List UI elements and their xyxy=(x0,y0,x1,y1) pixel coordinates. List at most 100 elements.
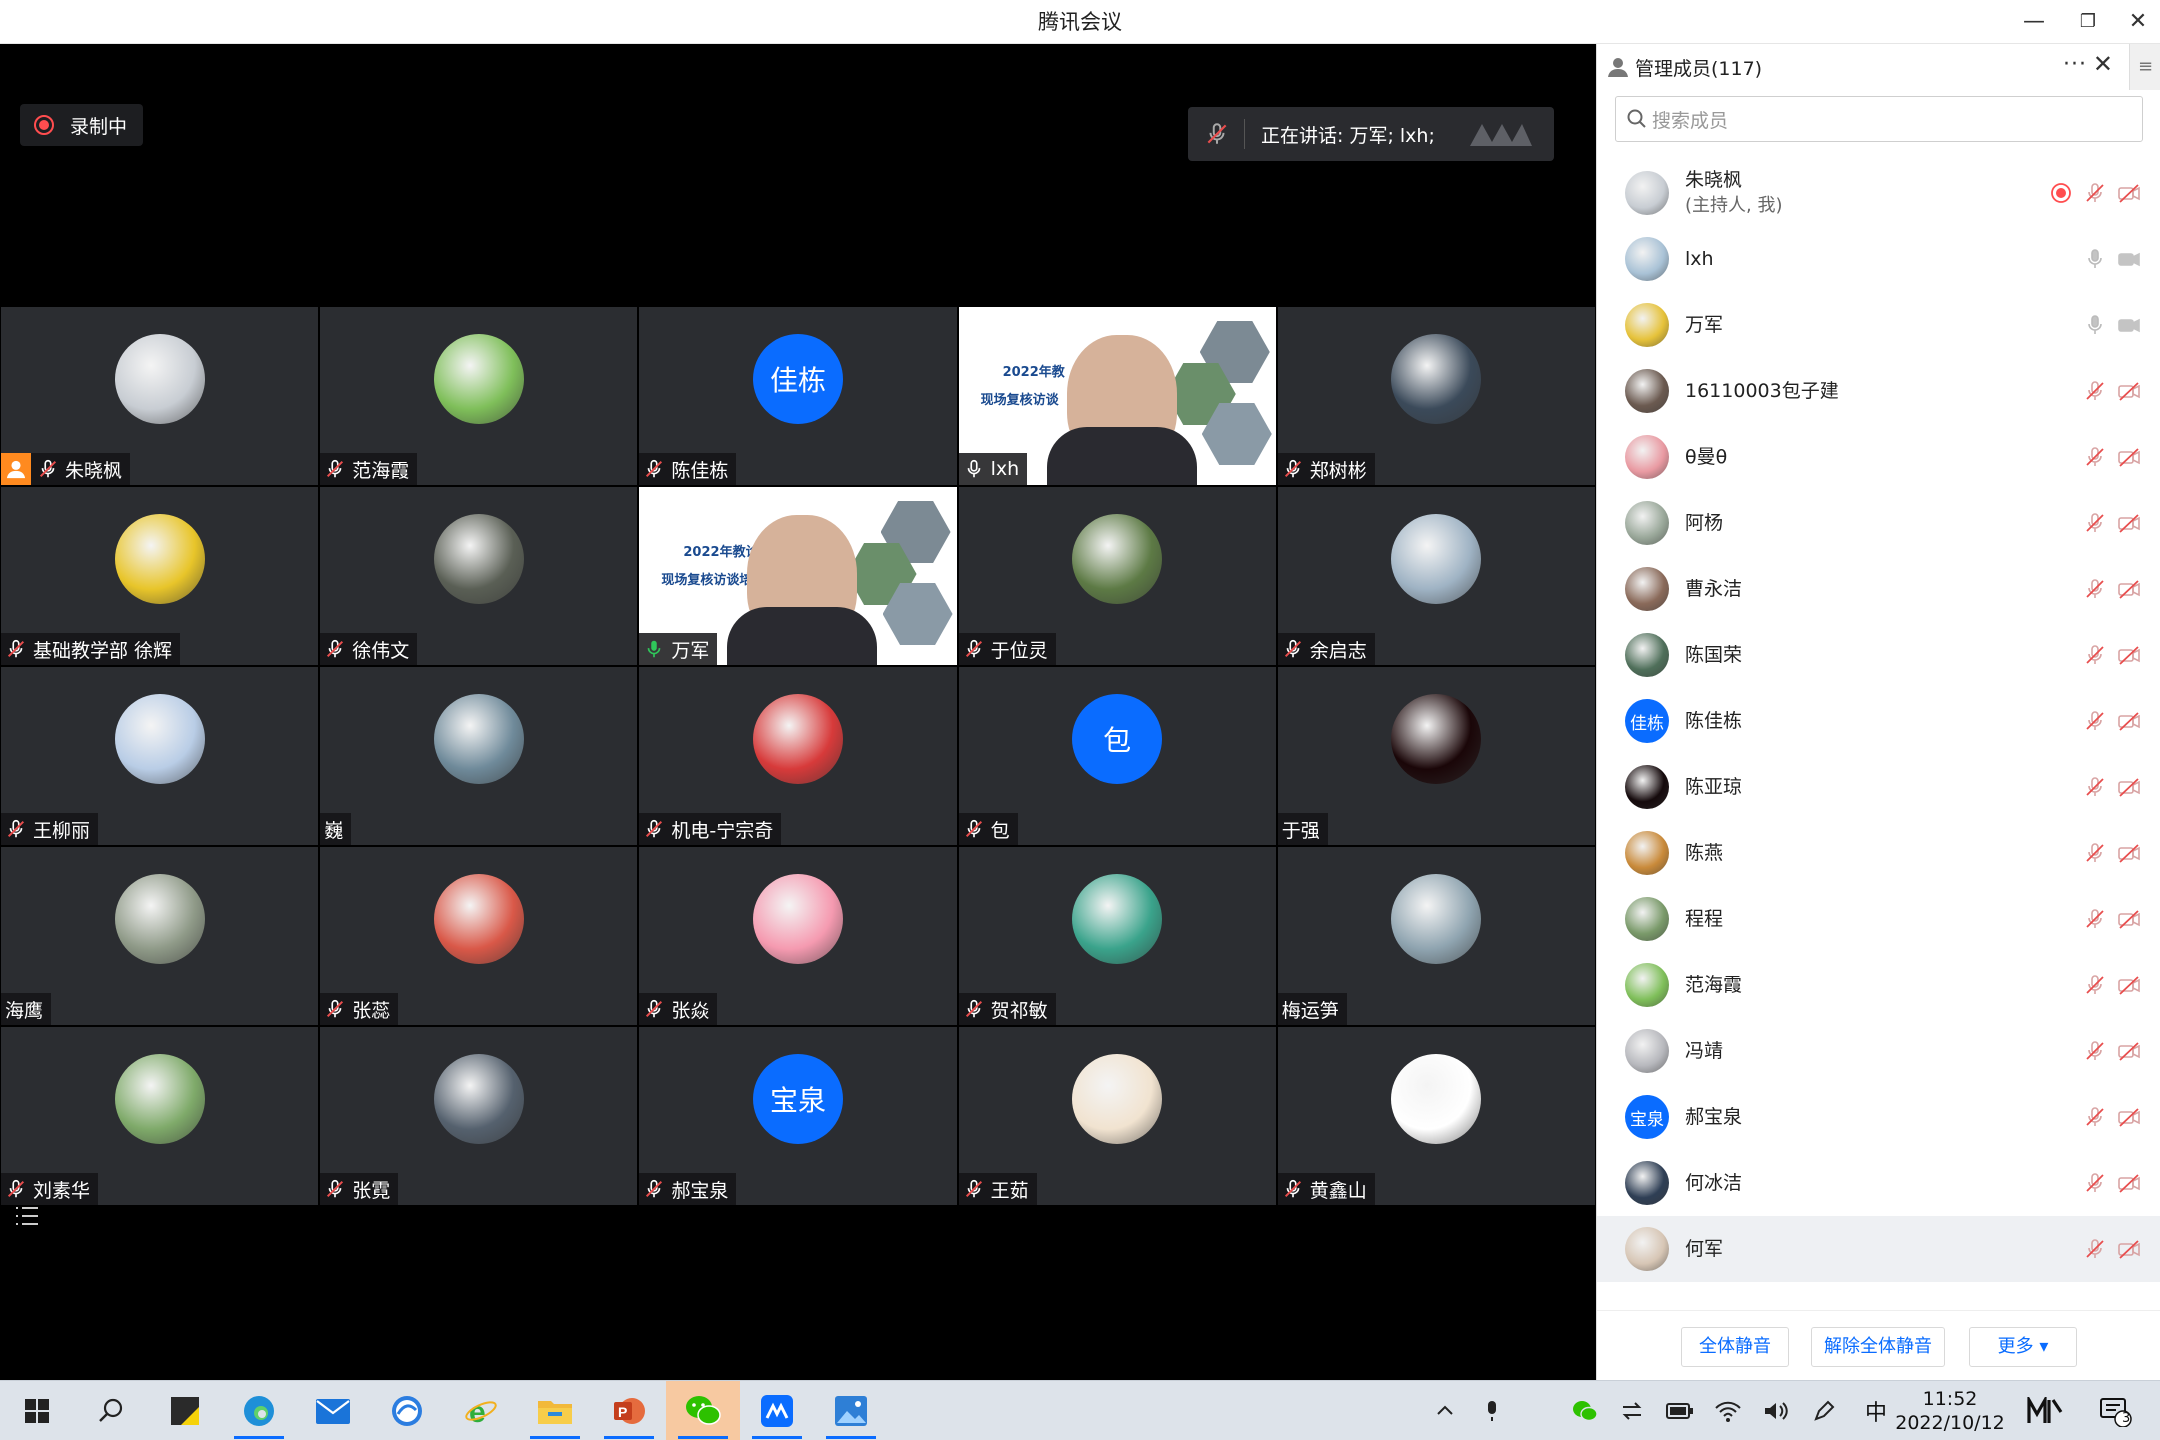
search-member-field[interactable]: 搜索成员 xyxy=(1615,96,2143,142)
video-tile[interactable]: 2022年教诊改工 现场复核访谈培训会 万军 xyxy=(639,487,957,665)
video-tile[interactable]: 郑树彬 xyxy=(1277,307,1595,485)
camera-off-icon[interactable] xyxy=(2117,445,2141,469)
video-tile[interactable]: 王茹 xyxy=(958,1027,1276,1205)
taskbar-search-button[interactable] xyxy=(74,1381,148,1440)
camera-off-icon[interactable] xyxy=(2117,643,2141,667)
mic-muted-icon[interactable] xyxy=(2083,841,2107,865)
network-transfer-button[interactable] xyxy=(1612,1381,1652,1440)
video-tile[interactable]: 宝泉 郝宝泉 xyxy=(639,1027,957,1205)
mic-muted-icon[interactable] xyxy=(2083,1039,2107,1063)
mic-icon[interactable] xyxy=(2083,313,2107,337)
minimize-button[interactable]: — xyxy=(2012,0,2056,44)
camera-off-icon[interactable] xyxy=(2117,577,2141,601)
video-tile[interactable]: 基础教学部 徐辉 xyxy=(1,487,319,665)
mic-muted-icon[interactable] xyxy=(2083,973,2107,997)
taskbar-browser-button[interactable] xyxy=(370,1381,444,1440)
member-row[interactable]: 陈亚琼 xyxy=(1597,754,2160,820)
more-options-icon[interactable]: ··· xyxy=(2063,52,2087,77)
mic-muted-icon[interactable] xyxy=(2083,379,2107,403)
video-tile[interactable]: 张焱 xyxy=(639,847,957,1025)
restore-button[interactable]: ❐ xyxy=(2066,0,2110,44)
video-tile[interactable]: 巍 xyxy=(320,667,638,845)
video-tile[interactable]: 于强 xyxy=(1277,667,1595,845)
mic-muted-icon[interactable] xyxy=(2083,445,2107,469)
unmute-all-button[interactable]: 解除全体静音 xyxy=(1811,1327,1945,1367)
pen-button[interactable] xyxy=(1804,1381,1844,1440)
mic-muted-icon[interactable] xyxy=(2083,577,2107,601)
microphone-tray-button[interactable] xyxy=(1472,1381,1512,1440)
mic-muted-icon[interactable] xyxy=(2083,775,2107,799)
video-tile[interactable]: 2022年教 现场复核访谈 lxh xyxy=(958,307,1276,485)
camera-off-icon[interactable] xyxy=(2117,841,2141,865)
video-tile[interactable]: 于位灵 xyxy=(958,487,1276,665)
camera-off-icon[interactable] xyxy=(2117,1105,2141,1129)
member-row[interactable]: 何军 xyxy=(1597,1216,2160,1282)
member-row[interactable]: 朱晓枫 (主持人, 我) xyxy=(1597,160,2160,226)
video-tile[interactable]: 张霓 xyxy=(320,1027,638,1205)
member-row[interactable]: 冯靖 xyxy=(1597,1018,2160,1084)
video-tile[interactable]: 王柳丽 xyxy=(1,667,319,845)
camera-icon[interactable] xyxy=(2117,313,2141,337)
battery-button[interactable] xyxy=(1660,1381,1700,1440)
video-tile[interactable]: 机电-宁宗奇 xyxy=(639,667,957,845)
taskbar-start-button[interactable] xyxy=(0,1381,74,1440)
close-panel-icon[interactable]: ✕ xyxy=(2093,50,2113,78)
member-row[interactable]: 何冰洁 xyxy=(1597,1150,2160,1216)
member-row[interactable]: θ曼θ xyxy=(1597,424,2160,490)
mic-icon[interactable] xyxy=(2083,247,2107,271)
video-tile[interactable]: 佳栋 陈佳栋 xyxy=(639,307,957,485)
video-tile[interactable]: 海鹰 xyxy=(1,847,319,1025)
member-row[interactable]: 宝泉 郝宝泉 xyxy=(1597,1084,2160,1150)
member-row[interactable]: 曹永洁 xyxy=(1597,556,2160,622)
video-tile[interactable]: 包包 xyxy=(958,667,1276,845)
video-tile[interactable]: 余启志 xyxy=(1277,487,1595,665)
recording-indicator[interactable]: 录制中 xyxy=(20,104,144,146)
video-tile[interactable]: 梅运笋 xyxy=(1277,847,1595,1025)
video-tile[interactable]: 徐伟文 xyxy=(320,487,638,665)
video-tile[interactable]: 范海霞 xyxy=(320,307,638,485)
mic-muted-icon[interactable] xyxy=(2083,1237,2107,1261)
video-tile[interactable]: 刘素华 xyxy=(1,1027,319,1205)
wechat-tray-button[interactable] xyxy=(1565,1381,1605,1440)
taskbar-powerpoint-button[interactable]: P xyxy=(592,1381,666,1440)
mic-muted-icon[interactable] xyxy=(2083,907,2107,931)
camera-off-icon[interactable] xyxy=(2117,379,2141,403)
taskbar-wechat-button[interactable] xyxy=(666,1381,740,1440)
camera-off-icon[interactable] xyxy=(2117,973,2141,997)
member-row[interactable]: 陈燕 xyxy=(1597,820,2160,886)
camera-off-icon[interactable] xyxy=(2117,907,2141,931)
member-row[interactable]: 佳栋 陈佳栋 xyxy=(1597,688,2160,754)
mic-muted-icon[interactable] xyxy=(2083,511,2107,535)
video-tile[interactable]: 黄鑫山 xyxy=(1277,1027,1595,1205)
mic-muted-icon[interactable] xyxy=(2083,1105,2107,1129)
taskbar-clock[interactable]: 11:52 2022/10/12 xyxy=(1880,1387,2020,1435)
camera-off-icon[interactable] xyxy=(2117,1039,2141,1063)
list-view-icon[interactable] xyxy=(14,1204,40,1228)
member-row[interactable]: 范海霞 xyxy=(1597,952,2160,1018)
app-tray-button[interactable] xyxy=(2022,1381,2068,1440)
mute-all-button[interactable]: 全体静音 xyxy=(1681,1327,1789,1367)
mic-muted-icon[interactable] xyxy=(2083,643,2107,667)
taskbar-file-explorer-button[interactable] xyxy=(518,1381,592,1440)
member-row[interactable]: 万军 xyxy=(1597,292,2160,358)
more-button[interactable]: 更多 ▾ xyxy=(1969,1327,2077,1367)
video-tile[interactable]: 朱晓枫 xyxy=(1,307,319,485)
volume-button[interactable] xyxy=(1756,1381,1796,1440)
taskbar-edge-button[interactable] xyxy=(222,1381,296,1440)
taskbar-mail-button[interactable] xyxy=(296,1381,370,1440)
notification-center-button[interactable]: 3 xyxy=(2090,1381,2140,1440)
camera-off-icon[interactable] xyxy=(2117,181,2141,205)
member-row[interactable]: 程程 xyxy=(1597,886,2160,952)
taskbar-tencent-meeting-button[interactable] xyxy=(740,1381,814,1440)
member-row[interactable]: 阿杨 xyxy=(1597,490,2160,556)
show-hiddens-icon-button[interactable] xyxy=(1425,1381,1465,1440)
taskbar-ie-button[interactable]: e xyxy=(444,1381,518,1440)
taskbar-photos-button[interactable] xyxy=(814,1381,888,1440)
mic-muted-icon[interactable] xyxy=(2083,709,2107,733)
camera-off-icon[interactable] xyxy=(2117,1237,2141,1261)
wifi-button[interactable] xyxy=(1708,1381,1748,1440)
taskbar-sticky-notes-button[interactable] xyxy=(148,1381,222,1440)
member-row[interactable]: 陈国荣 xyxy=(1597,622,2160,688)
member-row[interactable]: 16110003包子建 xyxy=(1597,358,2160,424)
mic-muted-icon[interactable] xyxy=(2083,1171,2107,1195)
